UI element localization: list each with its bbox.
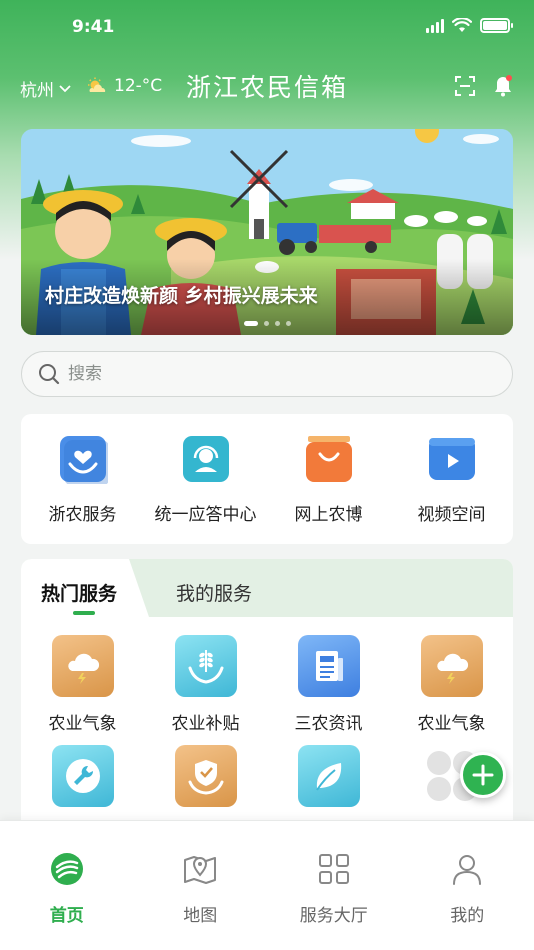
quick-services: 浙农服务 统一应答中心 网上农博 视频空间 [21, 414, 513, 544]
video-play-icon [428, 438, 475, 480]
home-logo-icon [50, 853, 83, 885]
carousel-dot[interactable] [274, 321, 280, 326]
app-header: 杭州 12-°C 浙江农民信箱 [0, 62, 534, 110]
user-icon [453, 855, 482, 885]
nav-label: 地图 [183, 906, 218, 926]
status-icons [426, 18, 513, 33]
nav-home[interactable]: 首页 [0, 821, 134, 950]
services-grid: 农业气象 农业补贴 三农资讯 农业气象 [21, 635, 513, 839]
scan-icon[interactable] [454, 75, 476, 97]
banner-caption: 村庄改造焕新颜 乡村振兴展未来 [45, 285, 318, 307]
search-input[interactable] [68, 364, 468, 384]
heart-hands-icon [59, 436, 108, 484]
cloud-storm-icon [436, 653, 468, 684]
service-label: 农业气象 [48, 714, 117, 734]
add-fab-button[interactable] [460, 752, 506, 798]
carousel-dot[interactable] [263, 321, 269, 326]
quick-item-label: 浙农服务 [48, 505, 117, 525]
tab-hot-services[interactable]: 热门服务 [41, 579, 117, 606]
banner-carousel[interactable]: 村庄改造焕新颜 乡村振兴展未来 [21, 129, 513, 335]
wheat-hands-icon [188, 650, 223, 684]
tab-underline [73, 611, 95, 615]
service-item[interactable]: 农业气象 [390, 635, 513, 745]
grid-icon [318, 854, 349, 884]
search-icon [39, 364, 60, 385]
nav-label: 我的 [450, 906, 485, 926]
tab-my-services[interactable]: 我的服务 [176, 579, 252, 606]
bell-icon[interactable] [492, 74, 514, 98]
quick-item-answer-center[interactable]: 统一应答中心 [144, 414, 267, 544]
quick-item-video[interactable]: 视频空间 [390, 414, 513, 544]
service-tile [297, 745, 360, 807]
service-tile [420, 635, 483, 697]
service-tile [174, 745, 237, 807]
wifi-icon [452, 18, 472, 32]
quick-item-zhenong[interactable]: 浙农服务 [21, 414, 144, 544]
service-item[interactable]: 三农资讯 [267, 635, 390, 745]
nav-map[interactable]: 地图 [134, 821, 268, 950]
wrench-icon [65, 759, 100, 793]
cloud-storm-icon [67, 653, 99, 684]
battery-icon [480, 18, 513, 33]
status-time: 9:41 [72, 17, 115, 37]
service-tile [174, 635, 237, 697]
service-label: 农业气象 [417, 714, 486, 734]
headset-agent-icon [182, 436, 229, 482]
nav-service-hall[interactable]: 服务大厅 [267, 821, 401, 950]
service-item[interactable]: 农业补贴 [144, 635, 267, 745]
news-doc-icon [315, 651, 343, 681]
map-pin-icon [184, 856, 217, 884]
shield-hands-icon [188, 760, 223, 795]
service-tile [297, 635, 360, 697]
quick-item-nongbo[interactable]: 网上农博 [267, 414, 390, 544]
nav-label: 服务大厅 [299, 906, 368, 926]
app-title-text: 浙江农民信箱 [185, 73, 348, 102]
nav-profile[interactable]: 我的 [401, 821, 534, 950]
search-bar[interactable] [21, 351, 513, 397]
status-bar: 9:41 [0, 0, 534, 56]
carousel-indicator [21, 321, 513, 326]
quick-item-label: 视频空间 [417, 505, 486, 525]
services-tabs: 热门服务 我的服务 [21, 559, 513, 617]
carousel-dot[interactable] [243, 321, 258, 326]
quick-item-label: 统一应答中心 [154, 505, 257, 525]
service-tile [51, 635, 114, 697]
quick-item-label: 网上农博 [294, 505, 363, 525]
header-actions [454, 74, 514, 98]
nav-label: 首页 [49, 906, 84, 926]
leaf-icon [315, 763, 341, 791]
service-tile [51, 745, 114, 807]
service-item[interactable]: 农业气象 [21, 635, 144, 745]
shopping-bag-icon [305, 436, 352, 482]
service-label: 农业补贴 [171, 714, 240, 734]
services-panel: 热门服务 我的服务 农业气象 农业补贴 三农资讯 农业气象 [21, 559, 513, 839]
cellular-signal-icon [426, 18, 444, 33]
service-label: 三农资讯 [294, 714, 363, 734]
bottom-nav: 首页 地图 服务大厅 我的 [0, 820, 534, 950]
plus-icon [472, 764, 494, 786]
carousel-dot[interactable] [285, 321, 291, 326]
